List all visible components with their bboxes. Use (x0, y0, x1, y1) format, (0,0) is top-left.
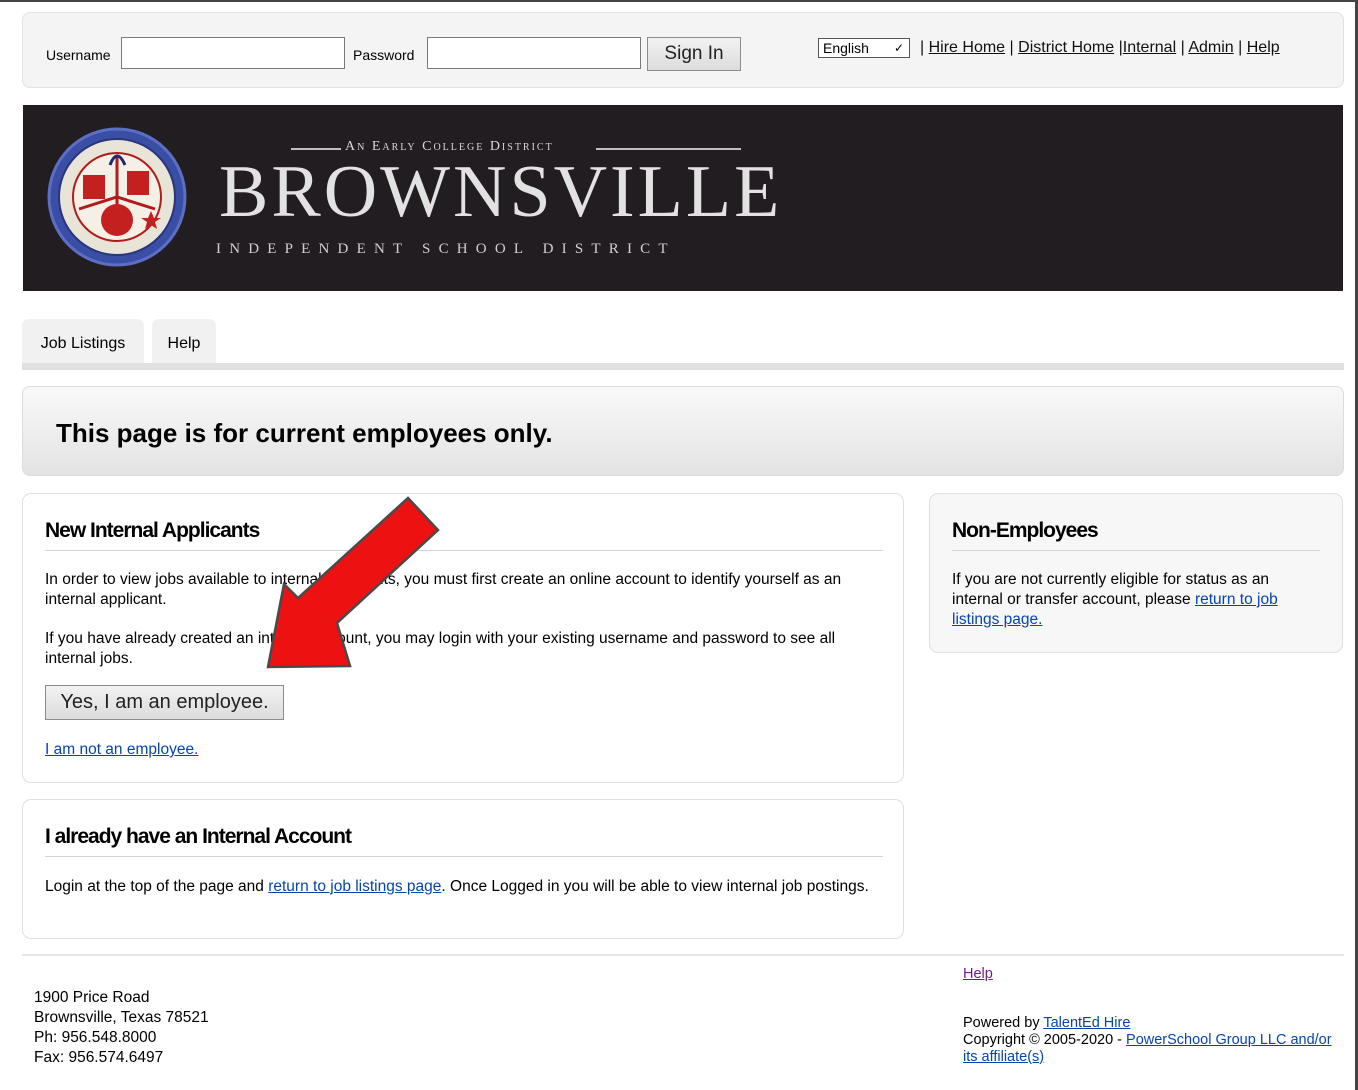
tab-underline (22, 363, 1344, 370)
panel-heading: I already have an Internal Account (45, 825, 352, 848)
heading-rule (952, 550, 1320, 551)
username-label: Username (46, 47, 111, 63)
hire-home-link[interactable]: Hire Home (929, 39, 1005, 56)
non-employees-text: If you are not currently eligible for st… (952, 570, 1317, 630)
panel-heading: New Internal Applicants (45, 519, 260, 542)
employees-only-notice: This page is for current employees only. (22, 386, 1344, 476)
top-links: | Hire Home | District Home |Internal | … (920, 39, 1280, 57)
text-segment: . Once Logged in you will be able to vie… (441, 878, 869, 895)
link-separator: | (1238, 39, 1243, 56)
password-input[interactable] (427, 37, 641, 69)
not-employee-link[interactable]: I am not an employee. (45, 741, 198, 758)
footer-help: Help (963, 966, 993, 982)
district-address: 1900 Price Road Brownsville, Texas 78521… (34, 988, 209, 1068)
internal-link[interactable]: Internal (1123, 39, 1176, 56)
password-label: Password (353, 47, 415, 63)
page-title: This page is for current employees only. (56, 418, 553, 448)
address-line: 1900 Price Road (34, 989, 150, 1006)
powered-by: Powered by TalentEd Hire Copyright © 200… (963, 1015, 1333, 1066)
tab-label: Help (167, 335, 201, 352)
text-segment: Copyright © 2005-2020 - (963, 1032, 1127, 1048)
banner-rule (596, 148, 741, 150)
existing-account-text: Login at the top of the page and return … (45, 877, 885, 897)
footer-help-link[interactable]: Help (963, 966, 993, 982)
banner-district: INDEPENDENT SCHOOL DISTRICT (216, 241, 676, 257)
admin-link[interactable]: Admin (1188, 39, 1233, 56)
district-home-link[interactable]: District Home (1018, 39, 1114, 56)
address-line: Brownsville, Texas 78521 (34, 1009, 209, 1026)
sign-in-button[interactable]: Sign In (647, 37, 741, 71)
talented-hire-link[interactable]: TalentEd Hire (1043, 1015, 1130, 1031)
phone-number: Ph: 956.548.8000 (34, 1029, 157, 1046)
tab-job-listings[interactable]: Job Listings (22, 319, 144, 363)
existing-account-instructions: If you have already created an internal … (45, 630, 836, 667)
tab-label: Job Listings (40, 335, 126, 352)
heading-rule (45, 550, 883, 551)
username-input[interactable] (121, 37, 345, 69)
text-segment: Powered by (963, 1015, 1044, 1031)
login-bar: Username Password Sign In English ✓ | Hi… (22, 12, 1344, 88)
link-separator: | (1180, 39, 1185, 56)
link-separator: | (920, 39, 925, 56)
non-employees-panel: Non-Employees If you are not currently e… (929, 493, 1343, 653)
help-link[interactable]: Help (1247, 39, 1280, 56)
tab-help[interactable]: Help (152, 319, 216, 363)
return-to-job-listings-link[interactable]: return to job listings page (268, 878, 441, 895)
yes-employee-button[interactable]: Yes, I am an employee. (45, 685, 284, 720)
language-select[interactable]: English ✓ (818, 38, 910, 58)
banner-rule (291, 148, 341, 150)
existing-account-panel: I already have an Internal Account Login… (22, 799, 904, 939)
district-banner: An Early College District BROWNSVILLE IN… (23, 105, 1343, 291)
language-select-value: English (823, 40, 869, 56)
chevron-down-icon: ✓ (893, 41, 904, 55)
footer-divider (22, 954, 1344, 956)
panel-heading: Non-Employees (952, 519, 1099, 542)
heading-rule (45, 856, 883, 857)
new-internal-applicants-panel: New Internal Applicants In order to view… (22, 493, 904, 783)
fax-number: Fax: 956.574.6497 (34, 1049, 164, 1066)
link-separator: | (1009, 39, 1014, 56)
banner-title: BROWNSVILLE (219, 151, 783, 233)
text-segment: Login at the top of the page and (45, 878, 269, 895)
district-seal-logo (47, 127, 187, 267)
internal-instructions: In order to view jobs available to inter… (45, 571, 842, 608)
